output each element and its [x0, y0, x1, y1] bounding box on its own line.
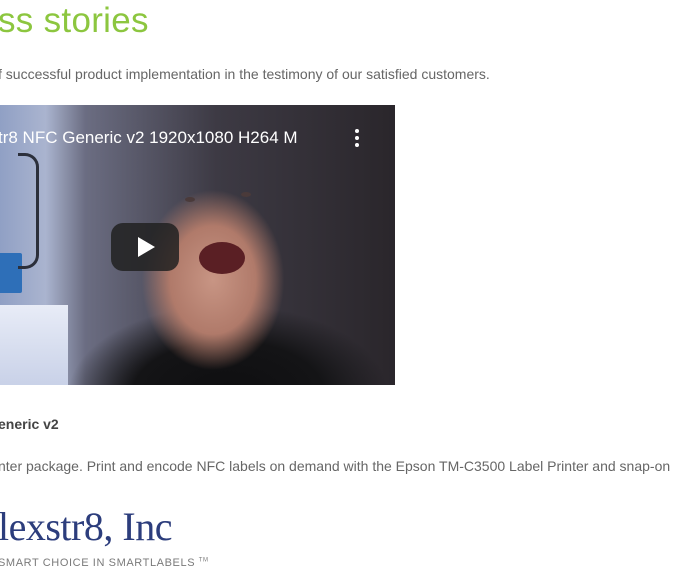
thumbnail-mouth: [199, 242, 245, 274]
video-player[interactable]: tr8 NFC Generic v2 1920x1080 H264 M: [0, 105, 395, 385]
play-button[interactable]: [111, 223, 179, 271]
logo-trademark: TM: [198, 557, 209, 564]
video-caption-title: eneric v2: [0, 416, 59, 432]
section-intro: f successful product implementation in t…: [0, 66, 490, 82]
thumbnail-shelf: [0, 305, 68, 385]
thumbnail-eye-left: [185, 197, 195, 202]
play-icon: [138, 237, 155, 257]
video-caption-description: nter package. Print and encode NFC label…: [0, 458, 671, 474]
thumbnail-cable: [18, 153, 39, 269]
logo-name: lexstr8, Inc: [0, 504, 172, 549]
more-vert-icon[interactable]: [353, 129, 361, 149]
thumbnail-eye-right: [241, 192, 251, 197]
logo-tagline: SMART CHOICE IN SMARTLABELS TM: [0, 557, 209, 569]
video-title[interactable]: tr8 NFC Generic v2 1920x1080 H264 M: [0, 128, 298, 148]
logo-tagline-text: SMART CHOICE IN SMARTLABELS: [0, 557, 196, 569]
company-logo: lexstr8, Inc SMART CHOICE IN SMARTLABELS…: [0, 497, 238, 577]
section-heading: ss stories: [0, 1, 149, 40]
